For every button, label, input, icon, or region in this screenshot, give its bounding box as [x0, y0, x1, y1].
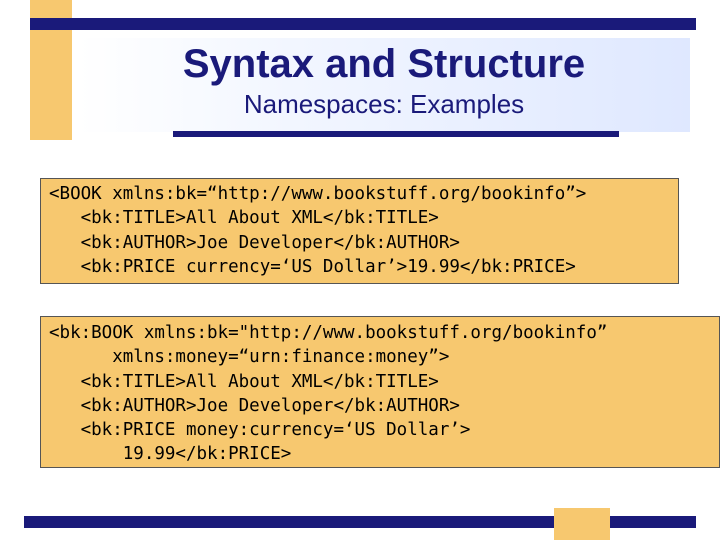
top-rule-bar [30, 18, 696, 30]
bottom-accent-block [554, 508, 610, 540]
code-line: xmlns:money=“urn:finance:money”> [49, 347, 450, 368]
slide-subtitle: Namespaces: Examples [243, 89, 525, 119]
code-line: <bk:PRICE currency=‘US Dollar’>19.99</bk… [49, 256, 576, 277]
code-line: <bk:BOOK xmlns:bk="http://www.bookstuff.… [49, 323, 608, 343]
code-line: <bk:TITLE>All About XML</bk:TITLE> [49, 208, 439, 229]
title-underline-bar [173, 131, 619, 137]
code-line: <bk:TITLE>All About XML</bk:TITLE> [49, 371, 439, 392]
code-line: <bk:PRICE money:currency=‘US Dollar’> [49, 420, 471, 441]
slide-title: Syntax and Structure [182, 42, 586, 86]
code-line: <bk:AUTHOR>Joe Developer</bk:AUTHOR> [49, 232, 460, 253]
code-line: <bk:AUTHOR>Joe Developer</bk:AUTHOR> [49, 395, 460, 416]
code-example-2: <bk:BOOK xmlns:bk="http://www.bookstuff.… [40, 316, 720, 468]
code-line: 19.99</bk:PRICE> [49, 444, 292, 465]
code-line: <BOOK xmlns:bk=“http://www.bookstuff.org… [49, 184, 587, 204]
code-example-1: <BOOK xmlns:bk=“http://www.bookstuff.org… [40, 178, 679, 284]
